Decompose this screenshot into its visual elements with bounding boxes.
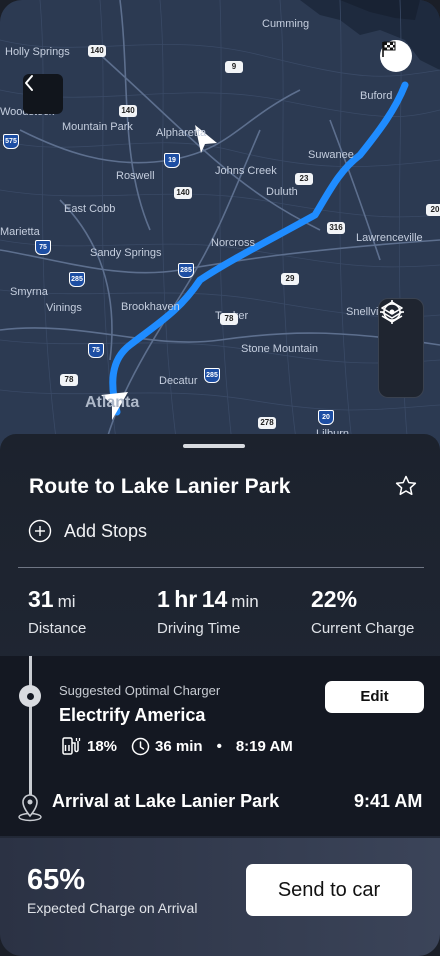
expected-charge-value: 65% (27, 864, 86, 896)
plus-circle-icon (28, 519, 52, 543)
separator-dot: • (216, 737, 222, 755)
highway-shield: 23 (295, 173, 313, 185)
distance-label: Distance (28, 620, 87, 637)
place-label: Lawrenceville (356, 232, 423, 244)
place-label: Stone Mountain (241, 343, 319, 355)
map-controls (378, 298, 424, 398)
place-label-major: Atlanta (85, 394, 140, 411)
place-label: Sandy Springs (90, 247, 162, 259)
add-stops-button[interactable]: Add Stops (28, 519, 147, 543)
distance-unit: mi (57, 592, 76, 611)
driving-time-label: Driving Time (157, 620, 241, 637)
charger-arrival-charge: 18% (87, 737, 118, 755)
edit-charger-button[interactable]: Edit (325, 681, 424, 713)
highway-shield: 29 (281, 273, 299, 285)
phone-screen: Cumming Holly Springs Buford Woodstock M… (0, 0, 440, 956)
charger-stop-dot (19, 685, 41, 707)
map-view[interactable]: Cumming Holly Springs Buford Woodstock M… (0, 0, 440, 470)
interstate-shield: 285 (69, 272, 85, 287)
add-stops-label: Add Stops (64, 520, 148, 541)
route-title: Route to Lake Lanier Park (29, 475, 291, 498)
place-label: Suwanee (308, 149, 354, 161)
interstate-shield: 285 (178, 263, 194, 278)
destination-marker[interactable] (380, 40, 412, 72)
distance-value: 31 (28, 586, 54, 612)
place-label: Buford (360, 90, 393, 102)
charger-panel: Suggested Optimal Charger Electrify Amer… (0, 656, 440, 836)
driving-time-stat: 1 hr 14 min Driving Time (157, 586, 259, 637)
minutes-unit: min (231, 592, 259, 611)
current-charge-label: Current Charge (311, 620, 415, 637)
place-label: East Cobb (64, 203, 116, 215)
minutes-value: 14 (201, 586, 228, 612)
interstate-shield: 575 (3, 134, 19, 149)
chevron-left-icon (25, 75, 33, 91)
place-label: Holly Springs (5, 46, 70, 58)
clock-icon (131, 737, 150, 755)
interstate-shield: 285 (204, 368, 220, 383)
route-sheet: Route to Lake Lanier Park Add Stops 31 mi… (0, 434, 440, 956)
place-label: Cumming (262, 18, 310, 30)
divider (18, 567, 424, 568)
checkered-flag-icon (382, 41, 396, 57)
highway-shield: 78 (60, 374, 78, 386)
charge-duration: 36 min (155, 737, 203, 755)
arrival-label: Arrival at Lake Lanier Park (52, 791, 280, 811)
place-label: Norcross (211, 237, 256, 249)
interstate-shield: 75 (35, 240, 51, 255)
highway-shield: 140 (88, 45, 106, 57)
back-button[interactable] (23, 74, 63, 114)
current-charge-stat: 22% Current Charge (311, 586, 414, 637)
place-label: Marietta (0, 226, 40, 238)
interstate-shield: 20 (318, 410, 334, 425)
place-label: Duluth (266, 186, 298, 198)
locate-icon[interactable] (379, 299, 405, 325)
place-label: Decatur (159, 375, 198, 387)
arrival-time: 9:41 AM (354, 791, 423, 811)
suggested-charger-label: Suggested Optimal Charger (59, 683, 221, 698)
send-to-car-button[interactable]: Send to car (246, 864, 412, 916)
charging-station-icon (62, 737, 81, 755)
charger-info: 18% 36 min • 8:19 AM (61, 736, 293, 756)
highway-shield: 316 (327, 222, 345, 234)
location-pin-icon (18, 794, 42, 822)
highway-shield: 20 (426, 204, 440, 216)
charger-name: Electrify America (59, 705, 206, 725)
highway-shield: 9 (225, 61, 243, 73)
place-label: Vinings (46, 302, 82, 314)
interstate-shield: 75 (88, 343, 104, 358)
charger-time: 8:19 AM (235, 737, 293, 755)
place-label: Alpharetta (156, 127, 207, 139)
highway-shield: 278 (258, 417, 276, 429)
distance-stat: 31 mi Distance (28, 586, 86, 637)
place-label: Mountain Park (62, 121, 133, 133)
current-charge-value: 22% (311, 586, 358, 612)
place-label: Brookhaven (121, 301, 180, 313)
hours-unit: hr (174, 586, 198, 612)
expected-charge-label: Expected Charge on Arrival (27, 900, 198, 916)
place-label: Roswell (116, 170, 155, 182)
highway-shield: 140 (119, 105, 137, 117)
bottom-bar: 65% Expected Charge on Arrival Send to c… (0, 838, 440, 956)
highway-shield: 78 (220, 313, 238, 325)
star-icon[interactable] (394, 474, 418, 498)
place-label: Smyrna (10, 286, 48, 298)
interstate-shield: 19 (164, 153, 180, 168)
sheet-drag-handle[interactable] (183, 444, 245, 448)
hours-value: 1 (157, 586, 170, 612)
place-label: Johns Creek (215, 165, 277, 177)
route-timeline (29, 656, 32, 806)
highway-shield: 140 (174, 187, 192, 199)
